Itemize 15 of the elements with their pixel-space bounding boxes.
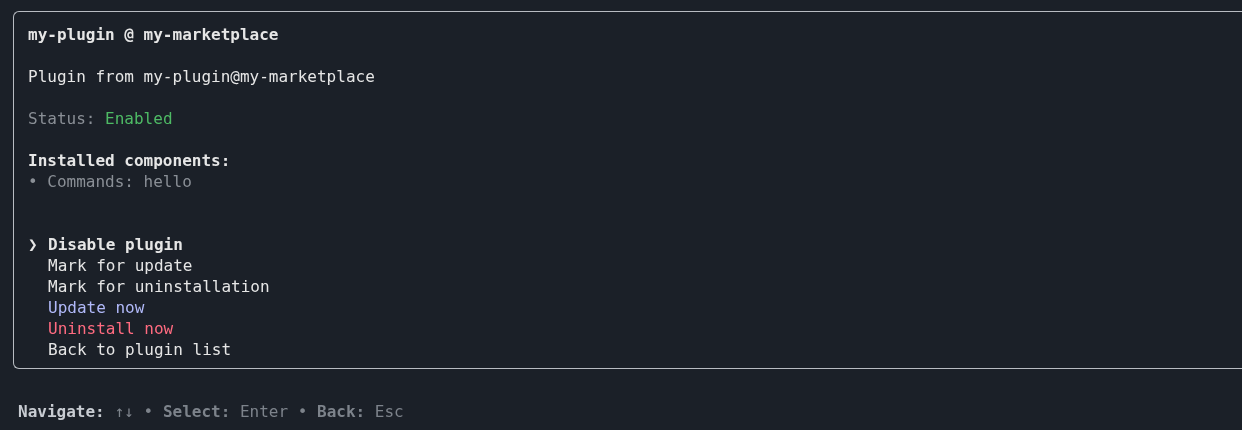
menu-item[interactable]: Mark for update (48, 255, 193, 276)
status-value: Enabled (105, 108, 173, 129)
component-item: • Commands: hello (28, 171, 192, 192)
status-label: Status: (28, 108, 96, 129)
menu-item[interactable]: Disable plugin (48, 234, 183, 255)
components-heading: Installed components: (28, 150, 231, 171)
pointer-icon: ❯ (28, 235, 38, 254)
plugin-title: my-plugin @ my-marketplace (28, 24, 279, 45)
key-hints: ↑↓ • Select: Enter • Back: Esc (114, 401, 404, 422)
plugin-source: Plugin from my-plugin@my-marketplace (28, 66, 375, 87)
menu-item[interactable]: Update now (48, 297, 145, 318)
menu-item[interactable]: Uninstall now (48, 318, 174, 339)
navigate-label: Navigate: (18, 401, 105, 422)
menu-item[interactable]: Mark for uninstallation (48, 276, 270, 297)
menu-item[interactable]: Back to plugin list (48, 339, 232, 360)
